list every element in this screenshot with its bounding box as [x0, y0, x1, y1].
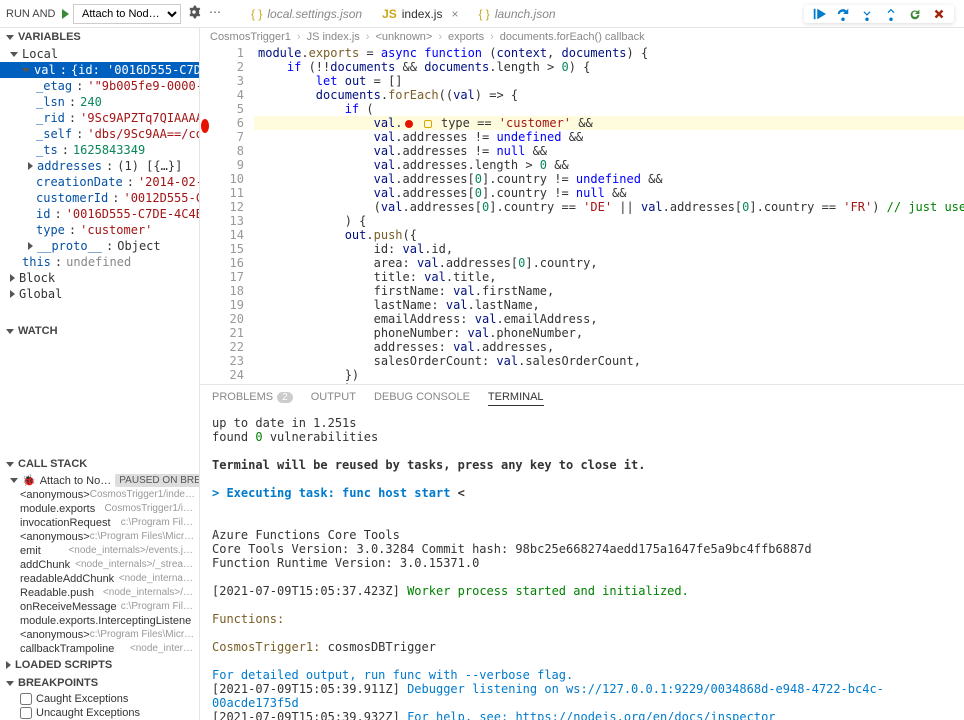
var-etag[interactable]: _etag: '"9b005fe9-0000-0d00-000… — [0, 78, 199, 94]
callstack-frame[interactable]: invocationRequestc:\Program Fil… — [0, 516, 199, 530]
step-over-icon[interactable] — [836, 7, 850, 21]
tab-output[interactable]: OUTPUT — [311, 389, 356, 406]
tab-index-js[interactable]: JSindex.js× — [372, 3, 468, 25]
tab-terminal[interactable]: TERMINAL — [488, 389, 544, 406]
restart-icon[interactable] — [908, 7, 922, 21]
var-val[interactable]: val: {id: '0016D555-C7DE-4C4B-B4A… — [0, 62, 199, 78]
callstack-frame[interactable]: onReceiveMessagec:\Program Fil… — [0, 600, 199, 614]
breadcrumb[interactable]: CosmosTrigger1› JS index.js› <unknown>› … — [200, 28, 964, 46]
tab-problems[interactable]: PROBLEMS2 — [212, 389, 293, 406]
gear-icon[interactable] — [187, 5, 201, 22]
callstack-frame[interactable]: module.exportsCosmosTrigger1/i… — [0, 502, 199, 516]
callstack-header[interactable]: Call Stack — [0, 455, 199, 473]
callstack-frame[interactable]: emit<node_internals>/events.j… — [0, 544, 199, 558]
paused-badge: PAUSED ON BREAKPOINT — [115, 474, 199, 487]
scope-local[interactable]: Local — [0, 46, 199, 62]
callstack-frame[interactable]: <anonymous>c:\Program Files\Micr… — [0, 530, 199, 544]
variables-header[interactable]: Variables — [0, 28, 199, 46]
var-customer-id[interactable]: customerId: '0012D555-C7DE-4C4B… — [0, 190, 199, 206]
tab-local-settings[interactable]: { }local.settings.json — [241, 3, 372, 25]
breakpoints-header[interactable]: Breakpoints — [0, 674, 199, 692]
var-self[interactable]: _self: 'dbs/9Sc9AA==/colls/9Sc9… — [0, 126, 199, 142]
more-icon[interactable]: ⋯ — [209, 5, 221, 22]
continue-icon[interactable] — [812, 7, 826, 21]
loaded-scripts-header[interactable]: Loaded Scripts — [0, 656, 199, 674]
var-proto[interactable]: __proto__: Object — [0, 238, 199, 254]
callstack-frame[interactable]: <anonymous>CosmosTrigger1/inde… — [0, 488, 199, 502]
debug-toolbar — [804, 5, 954, 23]
tab-debug-console[interactable]: DEBUG CONSOLE — [374, 389, 470, 406]
var-this[interactable]: this: undefined — [0, 254, 199, 270]
var-rid[interactable]: _rid: '9Sc9APZTq7QIAAAAAAAAAA==' — [0, 110, 199, 126]
close-icon[interactable]: × — [451, 7, 458, 21]
bp-uncaught[interactable]: Uncaught Exceptions — [0, 706, 199, 720]
step-into-icon[interactable] — [860, 7, 874, 21]
bp-caught[interactable]: Caught Exceptions — [0, 692, 199, 706]
var-type[interactable]: type: 'customer' — [0, 222, 199, 238]
callstack-frame[interactable]: module.exports.InterceptingListene — [0, 614, 199, 628]
callstack-session[interactable]: 🐞 Attach to No… PAUSED ON BREAKPOINT — [0, 473, 199, 488]
panel-tabs: PROBLEMS2 OUTPUT DEBUG CONSOLE TERMINAL — [200, 384, 964, 410]
callstack-frame[interactable]: addChunk<node_internals>/_strea… — [0, 558, 199, 572]
watch-header[interactable]: Watch — [0, 322, 199, 340]
bug-icon: 🐞 — [22, 474, 36, 487]
tab-launch-json[interactable]: { }launch.json — [468, 3, 565, 25]
var-ts[interactable]: _ts: 1625843349 — [0, 142, 199, 158]
scope-global[interactable]: Global — [0, 286, 199, 302]
start-debug-icon[interactable] — [62, 9, 69, 19]
var-lsn[interactable]: _lsn: 240 — [0, 94, 199, 110]
callstack-frame[interactable]: readableAddChunk<node_interna… — [0, 572, 199, 586]
var-creation-date[interactable]: creationDate: '2014-02-05T00:00… — [0, 174, 199, 190]
code-editor[interactable]: 1234567891011121314151617181920212223242… — [200, 46, 964, 384]
step-out-icon[interactable] — [884, 7, 898, 21]
disconnect-icon[interactable] — [932, 7, 946, 21]
variables-tree: Local val: {id: '0016D555-C7DE-4C4B-B4A…… — [0, 46, 199, 302]
callstack-frame[interactable]: Readable.push<node_internals>/… — [0, 586, 199, 600]
terminal[interactable]: up to date in 1.251s found 0 vulnerabili… — [200, 410, 964, 720]
callstack-frame[interactable]: <anonymous>c:\Program Files\Micr… — [0, 628, 199, 642]
var-id[interactable]: id: '0016D555-C7DE-4C4B-B4A4-2E… — [0, 206, 199, 222]
var-addresses[interactable]: addresses: (1) [{…}] — [0, 158, 199, 174]
callstack-frame[interactable]: callbackTrampoline<node_inter… — [0, 642, 199, 656]
run-debug-label: RUN AND … — [0, 8, 58, 20]
launch-config-select[interactable]: Attach to Nod… — [73, 4, 181, 24]
editor-tabs: { }local.settings.json JSindex.js× { }la… — [241, 3, 804, 25]
scope-block[interactable]: Block — [0, 270, 199, 286]
